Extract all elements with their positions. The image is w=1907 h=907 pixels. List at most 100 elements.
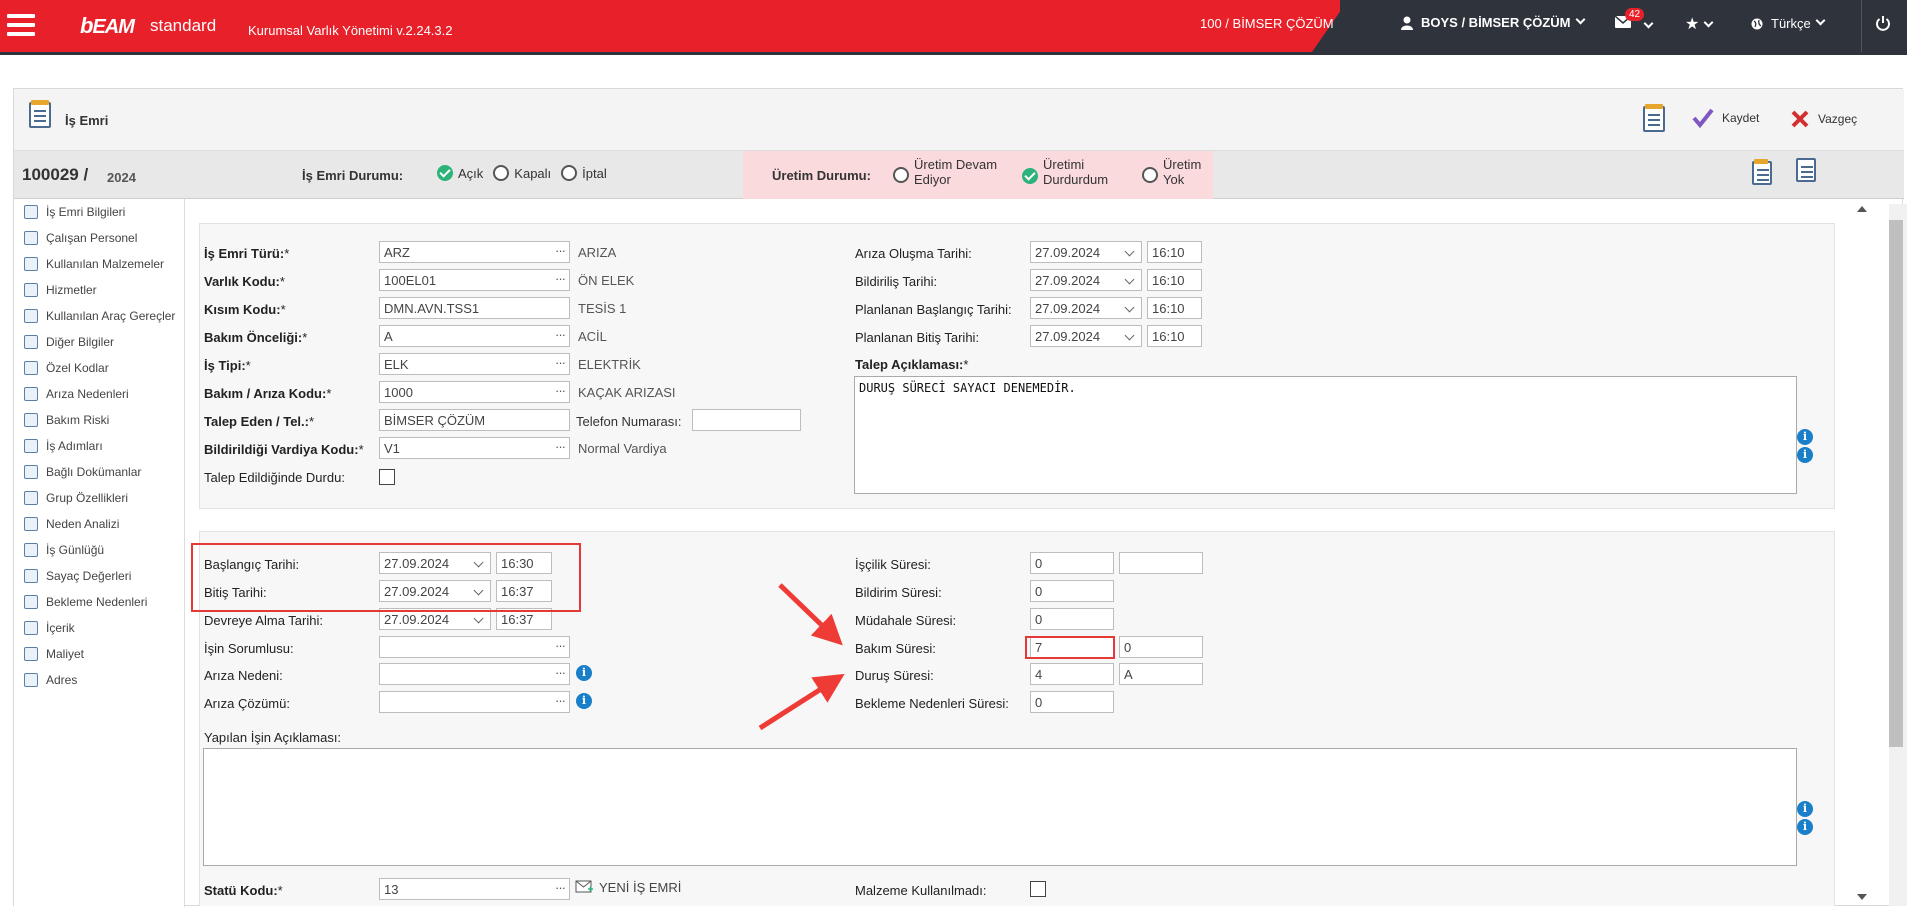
radio-acik[interactable] [437,165,453,181]
lookup-icon[interactable]: ··· [555,271,566,286]
telefon-input[interactable] [692,409,801,431]
radio-uretim-devam[interactable] [893,167,909,183]
save-button[interactable]: Kaydet [1692,108,1759,128]
plan-bitis-time[interactable]: 16:10 [1147,325,1202,347]
sidebar-item-7[interactable]: Arıza Nedenleri [24,384,129,404]
yapilan-is-textarea[interactable] [203,748,1797,866]
info-icon[interactable]: i [1797,447,1813,463]
group-icon [24,491,38,505]
info-icon[interactable]: i [576,693,592,709]
power-button[interactable] [1875,15,1891,34]
bildirim-input[interactable]: 0 [1030,580,1114,602]
durus-suresi-input-2[interactable]: A [1119,663,1203,685]
plan-baslangic-date[interactable]: 27.09.2024 [1030,297,1142,319]
scrollbar-thumb[interactable] [1889,220,1903,747]
talep-durdu-checkbox[interactable] [379,469,395,485]
ariza-cozumu-input[interactable]: ··· [379,691,570,713]
report-icon[interactable] [1752,159,1772,185]
bakim-onceligi-text: Bakım Önceliği: [204,330,303,345]
isin-sorumlusu-input[interactable]: ··· [379,636,570,658]
statu-kodu-input[interactable]: 13 ··· [379,878,570,900]
varlik-kodu-input[interactable]: 100EL01 ··· [379,269,570,291]
bildirilis-date[interactable]: 27.09.2024 [1030,269,1142,291]
lookup-icon[interactable]: ··· [555,355,566,370]
sidebar-item-16[interactable]: İçerik [24,618,75,638]
radio-uretimi-durdurdum[interactable] [1022,167,1038,184]
plan-bitis-date[interactable]: 27.09.2024 [1030,325,1142,347]
sidebar-item-8[interactable]: Bakım Riski [24,410,109,430]
ariza-nedeni-input[interactable]: ··· [379,663,570,685]
radio-uretim-yok[interactable] [1142,167,1158,183]
sidebar-item-10[interactable]: Bağlı Dokümanlar [24,462,141,482]
talep-eden-input[interactable]: BİMSER ÇÖZÜM [379,409,570,431]
language-menu[interactable]: Türkçe [1751,15,1826,31]
lookup-icon[interactable]: ··· [555,439,566,454]
radio-iptal[interactable] [561,165,578,181]
bakim-suresi-input-2[interactable]: 0 [1119,636,1203,658]
favorites-button[interactable]: ★ [1685,14,1714,34]
is-emri-turu-input[interactable]: ARZ ··· [379,241,570,263]
malzeme-checkbox[interactable] [1030,881,1046,897]
is-tipi-input[interactable]: ELK ··· [379,353,570,375]
clipboard-icon[interactable] [1643,104,1665,132]
sidebar-item-14[interactable]: Sayaç Değerleri [24,566,131,586]
lookup-icon[interactable]: ··· [555,243,566,258]
scroll-down-icon[interactable] [1857,894,1867,900]
sidebar-item-12[interactable]: Neden Analizi [24,514,119,534]
scroll-up-icon[interactable] [1857,206,1867,212]
materials-icon [24,257,38,271]
talep-aciklamasi-textarea[interactable]: DURUŞ SÜRECİ SAYACI DENEMEDİR. [854,376,1797,494]
mail-button[interactable]: 42 [1614,8,1654,31]
sidebar-item-label: Diğer Bilgiler [46,335,115,349]
radio-kapali[interactable] [493,165,510,181]
sidebar-item-1[interactable]: Çalışan Personel [24,228,137,248]
brand-logo[interactable]: bEAM [80,13,135,39]
mudahale-input[interactable]: 0 [1030,608,1114,630]
lookup-icon[interactable]: ··· [555,880,566,895]
prod-opt2-line1: Üretimi [1043,157,1085,172]
ariza-olusma-date[interactable]: 27.09.2024 [1030,241,1142,263]
lookup-icon[interactable]: ··· [555,383,566,398]
sidebar-item-13[interactable]: İş Günlüğü [24,540,104,560]
new-work-order-link[interactable]: YENİ İŞ EMRİ [575,879,681,895]
iscilik-input-2[interactable] [1119,552,1203,574]
bildirilis-time[interactable]: 16:10 [1147,269,1202,291]
info-icon[interactable]: i [1797,819,1813,835]
durus-suresi-input[interactable]: 4 [1030,663,1114,685]
iscilik-input[interactable]: 0 [1030,552,1114,574]
cancel-button[interactable]: Vazgeç [1790,109,1857,129]
sidebar-item-15[interactable]: Bekleme Nedenleri [24,592,147,612]
bekleme-suresi-input[interactable]: 0 [1030,691,1114,713]
telefon-label: Telefon Numarası: [576,414,682,429]
info-icon[interactable]: i [1797,801,1813,817]
lookup-icon[interactable]: ··· [555,693,566,708]
save-label: Kaydet [1722,111,1760,125]
info-icon[interactable]: i [576,665,592,681]
kisim-kodu-input[interactable]: DMN.AVN.TSS1 [379,297,570,319]
user-menu[interactable]: BOYS / BİMSER ÇÖZÜM [1401,14,1585,30]
menu-icon[interactable] [7,14,35,41]
steps-icon [24,439,38,453]
sidebar-item-6[interactable]: Özel Kodlar [24,358,109,378]
sidebar-item-9[interactable]: İş Adımları [24,436,103,456]
vardiya-input[interactable]: V1 ··· [379,437,570,459]
sidebar-item-5[interactable]: Diğer Bilgiler [24,332,114,352]
sidebar-item-17[interactable]: Maliyet [24,644,84,664]
sidebar-item-11[interactable]: Grup Özellikleri [24,488,128,508]
copy-icon[interactable] [1796,158,1816,182]
is-tipi-text: İş Tipi: [204,358,246,373]
sidebar-item-2[interactable]: Kullanılan Malzemeler [24,254,164,274]
company-name[interactable]: 100 / BİMSER ÇÖZÜM [1200,16,1334,31]
plan-baslangic-time[interactable]: 16:10 [1147,297,1202,319]
ariza-olusma-time[interactable]: 16:10 [1147,241,1202,263]
lookup-icon[interactable]: ··· [555,327,566,342]
sidebar-item-4[interactable]: Kullanılan Araç Gereçler [24,306,175,326]
bakim-onceligi-input[interactable]: A ··· [379,325,570,347]
sidebar-item-0[interactable]: İş Emri Bilgileri [24,202,125,222]
bakim-ariza-kodu-input[interactable]: 1000 ··· [379,381,570,403]
lookup-icon[interactable]: ··· [555,665,566,680]
info-icon[interactable]: i [1797,429,1813,445]
sidebar-item-3[interactable]: Hizmetler [24,280,97,300]
lookup-icon[interactable]: ··· [555,638,566,653]
sidebar-item-18[interactable]: Adres [24,670,77,690]
